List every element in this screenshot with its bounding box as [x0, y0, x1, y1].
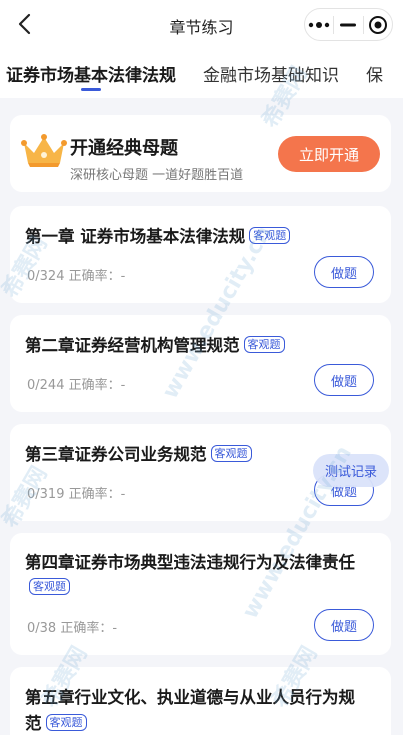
- chapter-title: 第四章证券市场典型违法违规行为及法律责任: [25, 549, 355, 573]
- more-button[interactable]: [305, 9, 333, 40]
- minimize-button[interactable]: [334, 9, 362, 40]
- nav-bar: 章节练习: [0, 0, 403, 50]
- practice-button[interactable]: 做题: [314, 256, 374, 288]
- chapter-title-text: 第一章 证券市场基本法律法规: [25, 227, 246, 246]
- chapter-title-text: 范: [25, 714, 42, 733]
- crown-icon: [21, 134, 67, 167]
- practice-button[interactable]: 做题: [314, 364, 374, 396]
- question-type-badge: 客观题: [243, 336, 285, 353]
- target-circle-icon: [368, 15, 387, 34]
- chapter-title-continued: 范客观题: [25, 710, 87, 734]
- open-subscription-button[interactable]: 立即开通: [278, 136, 380, 172]
- close-button[interactable]: [364, 9, 392, 40]
- minimize-icon: [340, 23, 357, 26]
- question-type-badge: 客观题: [29, 578, 70, 595]
- subject-tabs: 证券市场基本法律法规 金融市场基础知识 保: [0, 50, 403, 98]
- test-record-button[interactable]: 测试记录: [313, 454, 389, 487]
- chapter-title: 第二章证券经营机构管理规范 客观题: [25, 332, 285, 356]
- question-type-badge: 客观题: [210, 445, 252, 462]
- promo-card: 开通经典母题 深研核心母题 一道好题胜百道 立即开通: [10, 115, 391, 192]
- tab-financial-markets[interactable]: 金融市场基础知识: [203, 61, 339, 86]
- question-type-badge: 客观题: [249, 227, 291, 244]
- chapter-card: 第五章行业文化、执业道德与从业人员行为规 范客观题: [10, 667, 391, 735]
- mini-program-capsule: [304, 8, 393, 41]
- question-type-badge: 客观题: [45, 714, 87, 731]
- more-dots-icon: [308, 21, 330, 28]
- chapter-card: 第一章 证券市场基本法律法规 客观题 0/324 正确率：- 做题: [10, 206, 391, 303]
- practice-button[interactable]: 做题: [314, 609, 374, 641]
- chapter-title: 第五章行业文化、执业道德与从业人员行为规: [25, 684, 355, 708]
- active-tab-indicator: [81, 88, 101, 91]
- chapter-title: 第一章 证券市场基本法律法规 客观题: [25, 223, 291, 247]
- chapter-title: 第三章证券公司业务规范 客观题: [25, 441, 252, 465]
- chapter-stats: 0/324 正确率：-: [27, 269, 126, 284]
- chapter-title-text: 第三章证券公司业务规范: [25, 445, 207, 464]
- chapter-card: 第二章证券经营机构管理规范 客观题 0/244 正确率：- 做题: [10, 315, 391, 412]
- promo-subtitle: 深研核心母题 一道好题胜百道: [70, 168, 244, 183]
- chapter-title-text: 第五章行业文化、执业道德与从业人员行为规: [25, 688, 355, 707]
- promo-title: 开通经典母题: [70, 138, 178, 159]
- chapter-stats: 0/319 正确率：-: [27, 487, 126, 502]
- tab-securities-law[interactable]: 证券市场基本法律法规: [6, 61, 176, 86]
- tab-insurance[interactable]: 保: [366, 61, 383, 86]
- chapter-title-text: 第四章证券市场典型违法违规行为及法律责任: [25, 553, 355, 572]
- chapter-stats: 0/38 正确率：-: [27, 621, 118, 636]
- chapter-card: 第四章证券市场典型违法违规行为及法律责任 客观题 0/38 正确率：- 做题: [10, 533, 391, 655]
- chapter-title-text: 第二章证券经营机构管理规范: [25, 336, 240, 355]
- chapter-stats: 0/244 正确率：-: [27, 378, 126, 393]
